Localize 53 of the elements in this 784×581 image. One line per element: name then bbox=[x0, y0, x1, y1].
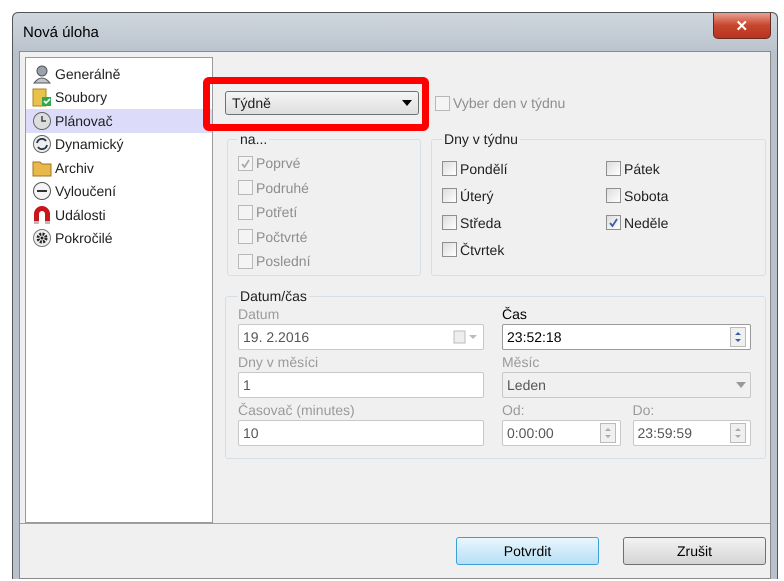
checkbox-label: Potřetí bbox=[256, 204, 298, 220]
checkbox-label: Pondělí bbox=[460, 160, 508, 176]
checkbox-label: Sobota bbox=[624, 188, 668, 204]
sidebar-item[interactable]: Dynamický bbox=[26, 132, 212, 156]
field-label: Od: bbox=[502, 402, 526, 418]
person-icon bbox=[32, 64, 52, 84]
window-title: Nová úloha bbox=[22, 24, 99, 40]
field-label: Časovač (minutes) bbox=[238, 402, 356, 418]
folder-icon bbox=[32, 87, 52, 108]
sidebar-item[interactable]: Vyloučení bbox=[26, 180, 212, 203]
checkbox-label: Podruhé bbox=[256, 180, 309, 196]
field-label: Měsíc bbox=[502, 354, 540, 370]
sidebar-item[interactable]: Plánovač bbox=[26, 109, 212, 132]
checkbox[interactable] bbox=[442, 215, 457, 230]
caret-icon[interactable] bbox=[402, 100, 412, 106]
checkbox-label: Počtvrté bbox=[256, 228, 308, 244]
refresh-icon bbox=[32, 134, 52, 154]
clock-icon bbox=[32, 110, 52, 131]
field-label: Do: bbox=[632, 402, 656, 418]
group-title: Dny v týdnu bbox=[443, 131, 519, 147]
checkbox-label: Poslední bbox=[256, 253, 310, 269]
checkbox[interactable] bbox=[442, 188, 457, 203]
sidebar-item[interactable]: Pokročilé bbox=[26, 226, 212, 250]
checkbox-label: Poprvé bbox=[256, 155, 300, 171]
checkbox[interactable] bbox=[606, 215, 621, 230]
checkbox[interactable] bbox=[442, 242, 457, 257]
group-title: Datum/čas bbox=[239, 288, 308, 304]
gear-icon bbox=[32, 228, 52, 248]
checkbox-label: Pátek bbox=[624, 160, 660, 176]
minus-icon bbox=[32, 181, 52, 202]
checkbox-label: Středa bbox=[460, 214, 502, 230]
dialog-button[interactable]: Potvrdit bbox=[456, 537, 599, 565]
checkbox-label: Čtvrtek bbox=[460, 242, 504, 258]
group-title: na... bbox=[239, 131, 268, 147]
field-label: Datum bbox=[238, 306, 280, 322]
magnet-icon bbox=[32, 204, 52, 225]
dialog-button[interactable]: Zrušit bbox=[623, 537, 766, 565]
sidebar-item[interactable]: Generálně bbox=[26, 62, 212, 86]
time-field[interactable]: 23:52:18 bbox=[502, 324, 751, 350]
checkbox-label: Vyber den v týdnu bbox=[453, 95, 566, 111]
checkbox[interactable] bbox=[442, 161, 457, 176]
spinner-icon[interactable] bbox=[730, 327, 746, 347]
field-label: Dny v měsíci bbox=[238, 354, 320, 370]
sidebar-item[interactable]: Soubory bbox=[26, 86, 212, 109]
checkbox[interactable] bbox=[606, 161, 621, 176]
checkbox-label: Úterý bbox=[460, 188, 494, 204]
sidebar-item[interactable]: Archiv bbox=[26, 156, 212, 180]
checkbox[interactable] bbox=[606, 188, 621, 203]
field-label: Čas bbox=[502, 306, 528, 322]
close-button[interactable]: ✕ bbox=[713, 13, 771, 39]
sidebar-item[interactable]: Události bbox=[26, 203, 212, 226]
frequency-dropdown[interactable]: Týdně bbox=[225, 91, 419, 115]
checkbox-label: Neděle bbox=[624, 214, 668, 230]
